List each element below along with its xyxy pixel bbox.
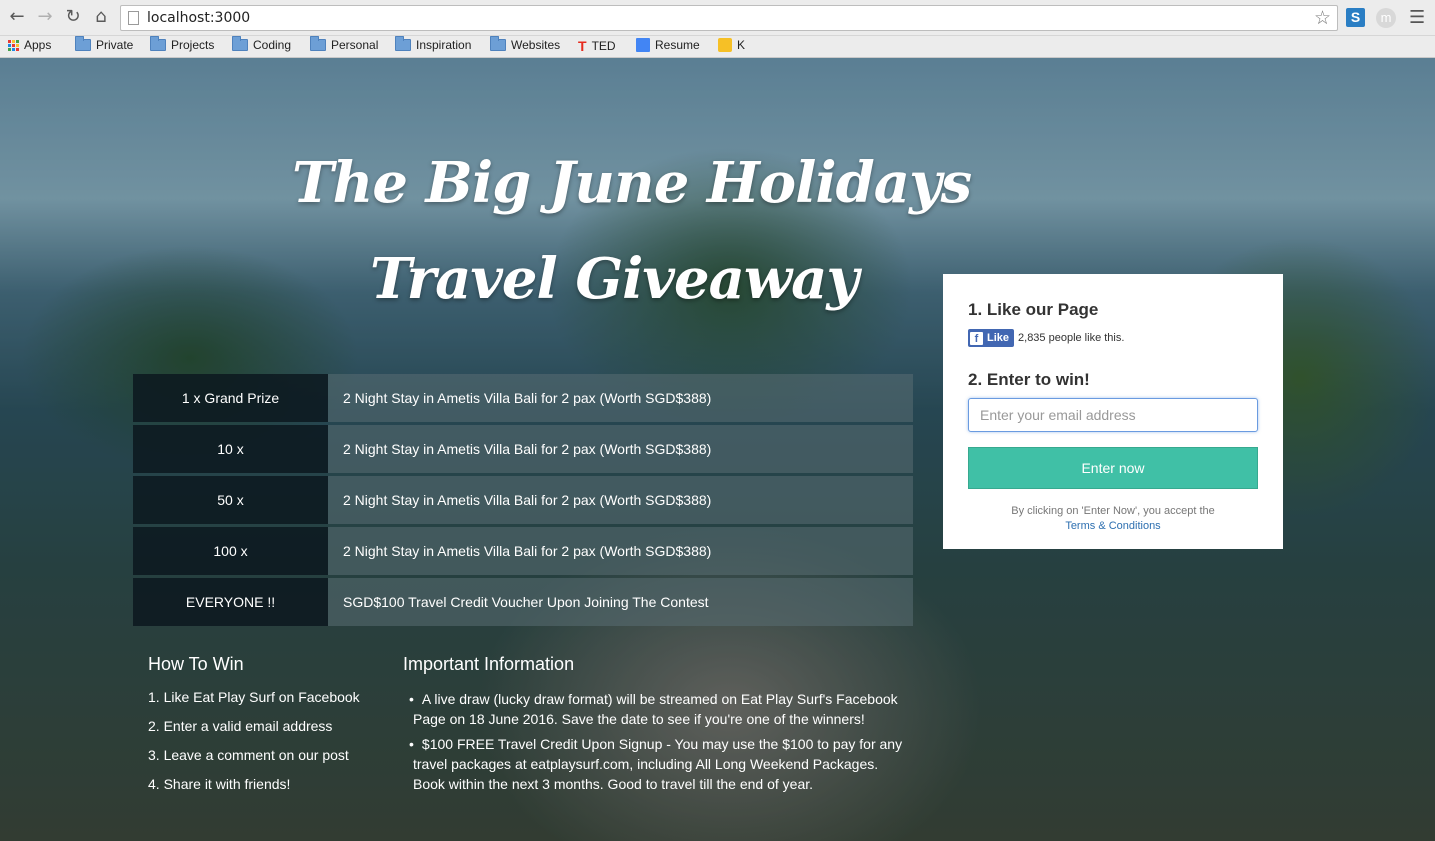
how-to-win-step: 3. Leave a comment on our post <box>148 747 349 763</box>
important-info-item: $100 FREE Travel Credit Upon Signup - Yo… <box>403 734 903 794</box>
important-info-heading: Important Information <box>403 654 575 674</box>
facebook-like-count: 2,835 people like this. <box>1018 332 1125 344</box>
bookmark-label: K <box>737 38 746 52</box>
bookmark-label: Projects <box>171 38 215 52</box>
extension-s-icon[interactable]: S <box>1346 8 1365 27</box>
ted-icon: T <box>578 38 587 54</box>
how-to-win-step: 2. Enter a valid email address <box>148 718 333 734</box>
address-bar[interactable]: localhost:3000 ☆ <box>120 5 1338 31</box>
bookmark-private[interactable]: Private <box>75 36 134 52</box>
facebook-icon: f <box>970 331 983 345</box>
landing-page: The Big June Holidays Travel Giveaway 1 … <box>0 58 1435 841</box>
bookmarks-bar: Apps Private Projects Coding Personal In… <box>0 36 1435 58</box>
terms-notice: By clicking on 'Enter Now', you accept t… <box>943 504 1283 534</box>
apps-icon <box>8 39 19 51</box>
browser-toolbar: ← → ↻ ⌂ localhost:3000 ☆ S m ☰ <box>0 0 1435 36</box>
terms-text: By clicking on 'Enter Now', you accept t… <box>1011 505 1215 517</box>
bookmark-apps[interactable]: Apps <box>8 38 51 52</box>
enter-now-button[interactable]: Enter now <box>968 447 1258 489</box>
bookmark-personal[interactable]: Personal <box>310 36 379 52</box>
prize-row: EVERYONE !! SGD$100 Travel Credit Vouche… <box>133 578 913 626</box>
bookmark-label: Resume <box>655 38 700 52</box>
prize-row: 10 x 2 Night Stay in Ametis Villa Bali f… <box>133 425 913 473</box>
how-to-win-step: 1. Like Eat Play Surf on Facebook <box>148 689 360 705</box>
bookmark-label: Private <box>96 38 134 52</box>
important-info-section: Important Information A live draw (lucky… <box>403 654 903 799</box>
prize-description: 2 Night Stay in Ametis Villa Bali for 2 … <box>328 527 913 575</box>
folder-icon <box>150 36 166 51</box>
bookmark-label: TED <box>591 39 616 53</box>
prize-description: 2 Night Stay in Ametis Villa Bali for 2 … <box>328 374 913 422</box>
facebook-like-button[interactable]: f Like <box>968 329 1015 347</box>
bookmark-projects[interactable]: Projects <box>150 36 215 52</box>
bookmark-star-icon[interactable]: ☆ <box>1314 7 1331 29</box>
prize-quantity: 10 x <box>133 425 328 473</box>
url-text: localhost:3000 <box>147 10 251 26</box>
bookmark-label: Inspiration <box>416 38 472 52</box>
prize-description: 2 Night Stay in Ametis Villa Bali for 2 … <box>328 425 913 473</box>
email-field[interactable] <box>968 398 1258 432</box>
bookmark-inspiration[interactable]: Inspiration <box>395 36 472 52</box>
facebook-like-widget: f Like 2,835 people like this. <box>968 329 1124 347</box>
important-info-item: A live draw (lucky draw format) will be … <box>403 689 903 729</box>
prize-table: 1 x Grand Prize 2 Night Stay in Ametis V… <box>133 374 913 629</box>
profile-avatar-icon[interactable]: m <box>1376 8 1396 28</box>
prize-description: 2 Night Stay in Ametis Villa Bali for 2 … <box>328 476 913 524</box>
bookmark-label: Coding <box>253 38 292 52</box>
prize-quantity: 1 x Grand Prize <box>133 374 328 422</box>
bookmark-websites[interactable]: Websites <box>490 36 561 52</box>
document-icon <box>636 38 650 52</box>
facebook-like-label: Like <box>987 332 1010 344</box>
hero-title-line2: Travel Giveaway <box>370 246 859 312</box>
prize-quantity: 50 x <box>133 476 328 524</box>
back-arrow-icon[interactable]: ← <box>6 6 28 28</box>
folder-icon <box>490 36 506 51</box>
hero-title-line1: The Big June Holidays <box>292 150 972 216</box>
folder-icon <box>395 36 411 51</box>
bookmark-label: Personal <box>331 38 379 52</box>
bookmark-label: Websites <box>511 38 561 52</box>
bookmark-resume[interactable]: Resume <box>636 38 700 52</box>
terms-link[interactable]: Terms & Conditions <box>943 519 1283 534</box>
enter-to-win-heading: 2. Enter to win! <box>968 370 1090 389</box>
prize-quantity: 100 x <box>133 527 328 575</box>
prize-quantity: EVERYONE !! <box>133 578 328 626</box>
prize-row: 50 x 2 Night Stay in Ametis Villa Bali f… <box>133 476 913 524</box>
folder-icon <box>75 36 91 51</box>
keep-icon <box>718 38 732 52</box>
bookmark-coding[interactable]: Coding <box>232 36 292 52</box>
folder-icon <box>310 36 326 51</box>
home-icon[interactable]: ⌂ <box>90 6 112 28</box>
prize-row: 100 x 2 Night Stay in Ametis Villa Bali … <box>133 527 913 575</box>
bookmark-ted[interactable]: T TED <box>578 38 616 54</box>
bookmark-k[interactable]: K <box>718 38 745 52</box>
entry-card: 1. Like our Page f Like 2,835 people lik… <box>943 274 1283 549</box>
folder-icon <box>232 36 248 51</box>
forward-arrow-icon[interactable]: → <box>34 6 56 28</box>
how-to-win-step: 4. Share it with friends! <box>148 776 291 792</box>
prize-description: SGD$100 Travel Credit Voucher Upon Joini… <box>328 578 913 626</box>
how-to-win-section: How To Win 1. Like Eat Play Surf on Face… <box>148 654 360 805</box>
bookmark-label: Apps <box>24 38 52 52</box>
menu-icon[interactable]: ☰ <box>1409 7 1425 28</box>
page-icon <box>128 11 139 25</box>
reload-icon[interactable]: ↻ <box>62 6 84 28</box>
how-to-win-heading: How To Win <box>148 654 244 674</box>
prize-row: 1 x Grand Prize 2 Night Stay in Ametis V… <box>133 374 913 422</box>
like-page-heading: 1. Like our Page <box>968 300 1099 319</box>
